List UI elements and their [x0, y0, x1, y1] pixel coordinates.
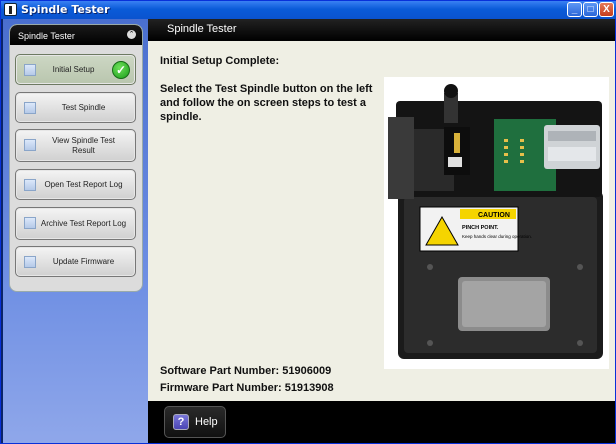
close-button[interactable]: X [599, 2, 614, 17]
checkbox-icon [24, 217, 36, 229]
caution-label: CAUTION [478, 212, 510, 219]
sidebar: Spindle Tester ⌃ Initial Setup ✓ Test Sp… [3, 19, 148, 443]
app-icon [4, 3, 17, 16]
checkbox-icon [24, 64, 36, 76]
main-header: Spindle Tester [148, 19, 615, 41]
checkbox-icon [24, 102, 36, 114]
title-bar[interactable]: Spindle Tester _ □ X [1, 1, 616, 19]
caution-title: PINCH POINT. [462, 225, 499, 231]
panel-title: Spindle Tester [18, 31, 75, 41]
archive-test-report-log-button[interactable]: Archive Test Report Log [15, 207, 136, 240]
checkbox-icon [24, 139, 36, 151]
firmware-part-number: Firmware Part Number: 51913908 [160, 382, 334, 394]
software-part-number: Software Part Number: 51906009 [160, 365, 332, 377]
window-title: Spindle Tester [21, 3, 110, 16]
spindle-tester-device-image: CAUTION PINCH POINT. Keep hands clear du… [384, 77, 609, 369]
nav-label: Archive Test Report Log [40, 218, 127, 228]
panel-header: Spindle Tester ⌃ [10, 25, 142, 45]
maximize-button[interactable]: □ [583, 2, 598, 17]
nav-label: Initial Setup [52, 64, 95, 74]
test-spindle-button[interactable]: Test Spindle [15, 92, 136, 123]
caution-text: Keep hands clear during operation. [462, 234, 532, 239]
footer-bar: ? Help [148, 401, 615, 443]
nav-label: View Spindle Test Result [52, 135, 115, 155]
nav-label: Update Firmware [52, 256, 115, 266]
collapse-icon[interactable]: ⌃ [127, 30, 136, 39]
help-button[interactable]: ? Help [164, 406, 226, 438]
minimize-button[interactable]: _ [567, 2, 582, 17]
help-label: Help [195, 416, 218, 428]
view-spindle-test-result-button[interactable]: View Spindle Test Result [15, 129, 136, 162]
nav-label: Test Spindle [61, 102, 106, 112]
nav-label: Open Test Report Log [44, 179, 123, 189]
initial-setup-button[interactable]: Initial Setup ✓ [15, 54, 136, 85]
help-icon: ? [173, 414, 189, 430]
check-icon: ✓ [112, 61, 130, 79]
instructions-text: Select the Test Spindle button on the le… [160, 83, 373, 123]
checkbox-icon [24, 256, 36, 268]
open-test-report-log-button[interactable]: Open Test Report Log [15, 169, 136, 200]
update-firmware-button[interactable]: Update Firmware [15, 246, 136, 277]
page-heading: Initial Setup Complete: [160, 55, 280, 67]
nav-panel: Spindle Tester ⌃ Initial Setup ✓ Test Sp… [9, 24, 143, 292]
main-content: Initial Setup Complete: Select the Test … [148, 41, 615, 401]
app-window: Spindle Tester _ □ X Spindle Tester ⌃ In… [0, 0, 616, 444]
checkbox-icon [24, 179, 36, 191]
